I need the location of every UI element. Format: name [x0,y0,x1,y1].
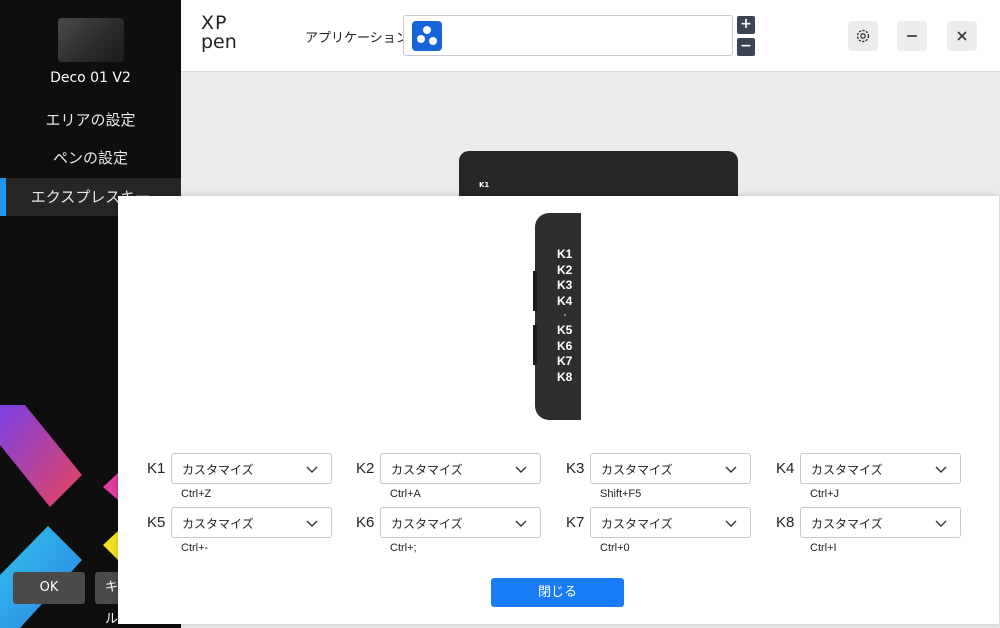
tablet-key-k3: K3 [557,278,573,292]
key-function-value: カスタマイズ [811,463,883,477]
sidebar-item-area-settings[interactable]: エリアの設定 [0,101,181,139]
key-function-value: カスタマイズ [601,463,673,477]
close-icon [957,31,967,41]
top-bar: XP pen アプリケーション: + − [181,0,1000,72]
device-name: Deco 01 V2 [50,70,131,86]
minimize-button[interactable] [897,21,927,51]
key-function-value: カスタマイズ [182,517,254,531]
chevron-down-icon [515,520,527,527]
express-keys-dialog: K1 K2 K3 K4 K5 K6 K7 K8 K1 カスタマイズ Ctrl+Z… [118,196,999,624]
key-label: K7 [566,514,585,531]
tablet-key-k7: K7 [557,354,573,368]
key-shortcut: Ctrl+- [181,542,209,554]
settings-button[interactable] [848,21,878,51]
application-label: アプリケーション: [305,31,414,46]
key-shortcut: Ctrl+J [810,488,840,500]
tablet-preview-key-label: K1 [479,181,490,189]
chevron-down-icon [935,466,947,473]
xppen-logo: XP pen [201,14,245,56]
add-application-button[interactable]: + [737,16,755,34]
device-thumbnail [58,18,124,62]
key-label: K6 [356,514,375,531]
key-label: K8 [776,514,795,531]
key-shortcut: Ctrl+Z [181,488,212,500]
key-function-select[interactable]: カスタマイズ [800,507,961,538]
tablet-key-k2: K2 [557,263,573,277]
application-selector[interactable] [403,15,733,56]
key-shortcut: Ctrl+I [810,542,837,554]
chevron-down-icon [306,466,318,473]
close-window-button[interactable] [947,21,977,51]
close-dialog-button[interactable]: 閉じる [491,578,624,607]
key-shortcut: Shift+F5 [600,488,642,500]
tablet-key-k6: K6 [557,339,573,353]
chevron-down-icon [306,520,318,527]
key-function-value: カスタマイズ [811,517,883,531]
tablet-key-k8: K8 [557,370,573,384]
sidebar-item-pen-settings[interactable]: ペンの設定 [0,139,181,177]
tablet-key-k1: K1 [557,247,573,261]
tablet-key-k5: K5 [557,323,573,337]
key-label: K2 [356,460,375,477]
key-label: K4 [776,460,795,477]
chevron-down-icon [725,466,737,473]
chevron-down-icon [515,466,527,473]
key-function-select[interactable]: カスタマイズ [171,453,332,484]
key-shortcut: Ctrl+; [390,542,417,554]
key-label: K3 [566,460,585,477]
tablet-key-k4: K4 [557,294,573,308]
tablet-side-image: K1 K2 K3 K4 K5 K6 K7 K8 [533,213,581,420]
all-apps-icon[interactable] [412,21,442,51]
key-function-select[interactable]: カスタマイズ [590,453,751,484]
key-function-select[interactable]: カスタマイズ [380,507,541,538]
key-function-select[interactable]: カスタマイズ [380,453,541,484]
key-function-value: カスタマイズ [391,463,463,477]
key-function-value: カスタマイズ [391,517,463,531]
minimize-icon [907,35,917,37]
key-shortcut: Ctrl+A [390,488,421,500]
tablet-divider-dot [564,314,566,316]
tablet-notch-lower [533,325,537,365]
key-label: K5 [147,514,166,531]
ok-button[interactable]: OK [13,572,85,604]
gear-icon [856,29,870,43]
key-label: K1 [147,460,166,477]
key-function-select[interactable]: カスタマイズ [800,453,961,484]
key-function-value: カスタマイズ [601,517,673,531]
remove-application-button[interactable]: − [737,38,755,56]
key-shortcut: Ctrl+0 [600,542,630,554]
chevron-down-icon [935,520,947,527]
key-function-value: カスタマイズ [182,463,254,477]
logo-line2: pen [201,31,237,53]
key-function-select[interactable]: カスタマイズ [590,507,751,538]
key-function-select[interactable]: カスタマイズ [171,507,332,538]
chevron-down-icon [725,520,737,527]
tablet-notch-upper [533,271,537,311]
